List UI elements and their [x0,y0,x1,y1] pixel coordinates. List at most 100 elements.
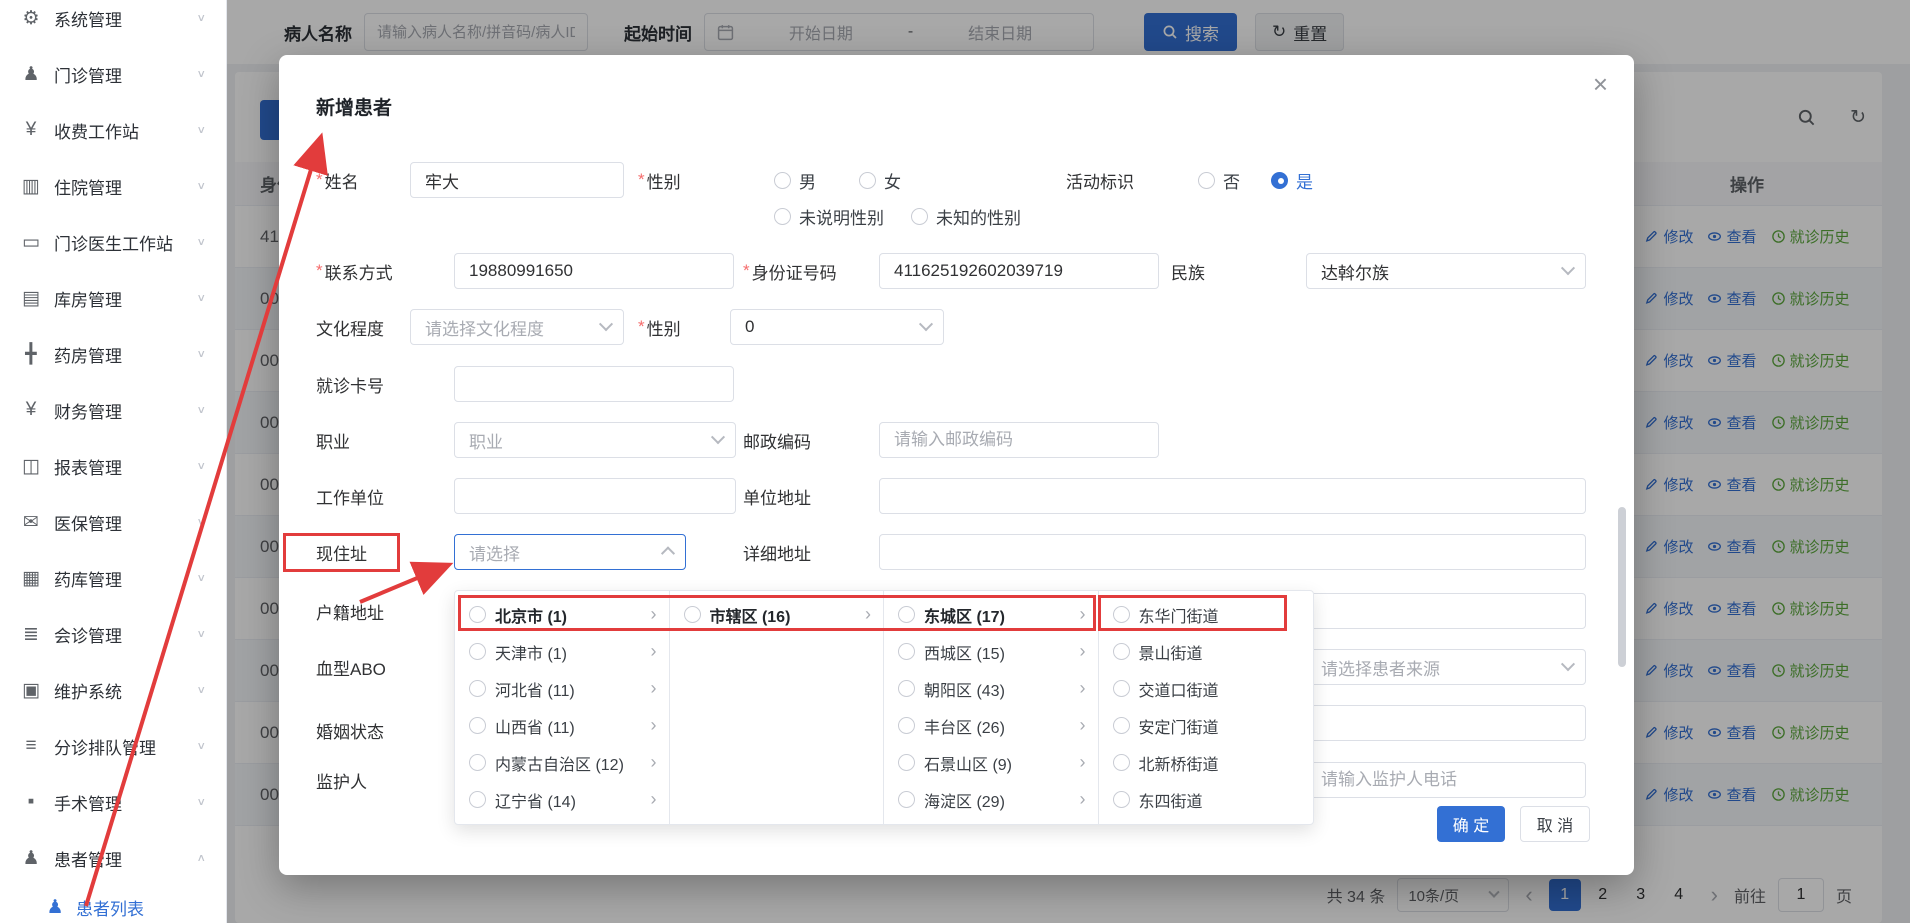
cascader-option-label: 石景山区 (9) [924,751,1071,775]
radio-icon [684,606,701,623]
marital-right-input[interactable] [1306,705,1586,741]
sidebar: ⚙ 系统管理 ∨ ♟ 门诊管理 ∨ ¥ 收费工作站 ∨ ▥ [0,0,227,923]
cascader-option[interactable]: 海淀区 (29) › [884,781,1098,818]
cascader-option[interactable]: 市辖区 (16) › [670,596,884,633]
radio-icon [898,643,915,660]
cascader-option[interactable]: 丰台区 (26) › [884,707,1098,744]
sidebar-item[interactable]: ▤ 库房管理 ∨ [0,270,226,326]
confirm-button[interactable]: 确 定 [1437,806,1505,842]
sidebar-item[interactable]: ▣ 维护系统 ∨ [0,662,226,718]
close-icon[interactable]: × [1593,71,1608,97]
radio-label: 女 [884,168,901,193]
radio-male[interactable]: 男 [774,162,816,198]
cascader-option-label: 西城区 (15) [924,640,1071,664]
radio-icon [1113,754,1130,771]
radio-icon [898,791,915,808]
sidebar-item[interactable]: ⚙ 系统管理 ∨ [0,0,226,46]
nation-select[interactable]: 达斡尔族 [1306,253,1586,289]
chevron-right-icon: › [651,715,657,736]
sidebar-item-icon: ≣ [20,623,42,646]
cascader-option[interactable]: 东四街道 [1099,781,1314,818]
current-address-select[interactable]: 请选择 [454,534,686,570]
cascader-option[interactable]: 景山街道 [1099,633,1314,670]
radio-icon [774,208,791,225]
id-card-input[interactable] [879,253,1159,289]
card-no-label: 就诊卡号 [316,366,384,402]
radio-active-yes[interactable]: 是 [1271,162,1313,198]
sidebar-item[interactable]: ≣ 会诊管理 ∨ [0,606,226,662]
chevron-icon: ∨ [196,404,206,417]
cascader-option-label: 朝阳区 (43) [924,677,1071,701]
sidebar-item-patient-list[interactable]: ♟ 患者列表 [0,881,226,923]
guardian-phone-input[interactable] [1306,762,1586,798]
sidebar-item[interactable]: ▭ 门诊医生工作站 ∨ [0,214,226,270]
radio-label: 未说明性别 [799,204,884,229]
radio-icon [774,172,791,189]
contact-input[interactable] [454,253,734,289]
sidebar-item[interactable]: ╋ 药房管理 ∨ [0,326,226,382]
cascader-city-column: 市辖区 (16) › [670,591,885,824]
radio-gender-unstated[interactable]: 未说明性别 [774,198,884,234]
sidebar-item-icon: ▣ [20,679,42,702]
cascader-option[interactable]: 辽宁省 (14) › [455,781,669,818]
detail-address-input[interactable] [879,534,1586,570]
sidebar-item[interactable]: ¥ 财务管理 ∨ [0,382,226,438]
sidebar-item[interactable]: ▥ 住院管理 ∨ [0,158,226,214]
chevron-right-icon: › [865,604,871,625]
cascader-option[interactable]: 山西省 (11) › [455,707,669,744]
cascader-option[interactable]: 西城区 (15) › [884,633,1098,670]
sidebar-item[interactable]: ♟ 患者管理 ∧ [0,830,226,886]
radio-icon [898,680,915,697]
radio-female[interactable]: 女 [859,162,901,198]
chevron-right-icon: › [651,752,657,773]
card-no-input[interactable] [454,366,734,402]
cascader-option[interactable]: 朝阳区 (43) › [884,670,1098,707]
occupation-select[interactable]: 职业 [454,422,736,458]
radio-icon [859,172,876,189]
cascader-option[interactable]: 东城区 (17) › [884,596,1098,633]
radio-icon [469,791,486,808]
gender-code-select[interactable]: 0 [730,309,944,345]
sidebar-item[interactable]: ▪ 手术管理 ∨ [0,774,226,830]
cascader-option[interactable]: 内蒙古自治区 (12) › [455,744,669,781]
modal-scrollbar-thumb[interactable] [1618,507,1626,667]
postcode-input[interactable] [879,422,1159,458]
cascader-option[interactable]: 河北省 (11) › [455,670,669,707]
employer-input[interactable] [454,478,736,514]
sidebar-item-label: 药房管理 [54,342,122,367]
cascader-option[interactable]: 安定门街道 [1099,707,1314,744]
sidebar-item[interactable]: ≡ 分诊排队管理 ∨ [0,718,226,774]
sidebar-item[interactable]: ✉ 医保管理 ∨ [0,494,226,550]
sidebar-item[interactable]: ▦ 药库管理 ∨ [0,550,226,606]
chevron-icon: ∨ [196,124,206,137]
employer-address-input[interactable] [879,478,1586,514]
chevron-down-icon [711,430,725,444]
cascader-option[interactable]: 北京市 (1) › [455,596,669,633]
gender-code-label: 性别 [638,309,681,345]
chevron-icon: ∨ [196,292,206,305]
education-select[interactable]: 请选择文化程度 [410,309,624,345]
cancel-button[interactable]: 取 消 [1520,806,1590,842]
radio-icon [469,717,486,734]
sidebar-item-label: 分诊排队管理 [54,734,156,759]
radio-gender-unknown[interactable]: 未知的性别 [911,198,1021,234]
cascader-option[interactable]: 北新桥街道 [1099,744,1314,781]
chevron-right-icon: › [1080,715,1086,736]
name-input[interactable] [410,162,624,198]
cascader-option[interactable]: 交道口街道 [1099,670,1314,707]
cascader-option[interactable]: 东华门街道 [1099,596,1314,633]
contact-label: 联系方式 [316,253,393,289]
radio-active-no[interactable]: 否 [1198,162,1240,198]
radio-icon [1113,643,1130,660]
patient-source-select[interactable]: 请选择患者来源 [1306,649,1586,685]
sidebar-item[interactable]: ¥ 收费工作站 ∨ [0,102,226,158]
sidebar-subitem-label: 患者列表 [76,895,144,920]
sidebar-item[interactable]: ♟ 门诊管理 ∨ [0,46,226,102]
user-icon: ♟ [44,896,66,919]
cascader-option[interactable]: 石景山区 (9) › [884,744,1098,781]
cascader-street-column: 东华门街道 景山街道 交道口街道 [1099,591,1314,824]
chevron-icon: ∨ [196,628,206,641]
sidebar-item[interactable]: ◫ 报表管理 ∨ [0,438,226,494]
cascader-option[interactable]: 天津市 (1) › [455,633,669,670]
name-label: 姓名 [316,162,359,198]
